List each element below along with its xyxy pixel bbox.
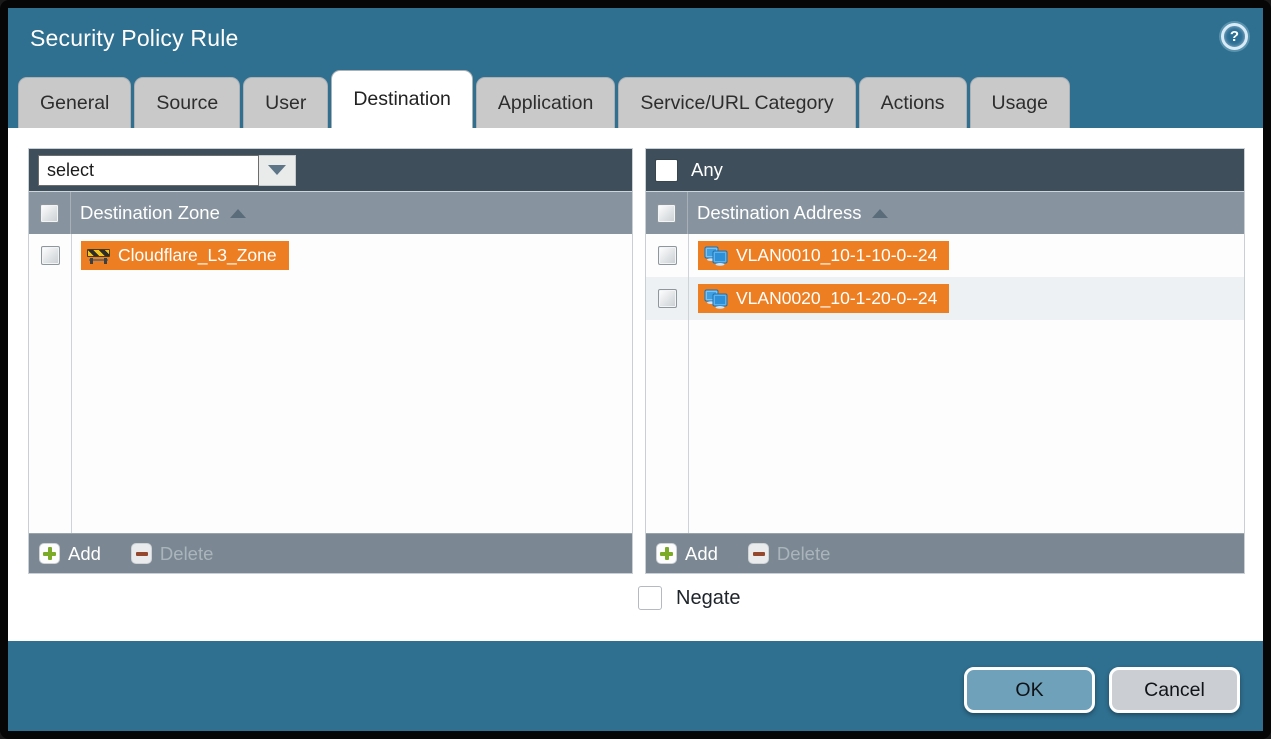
destination-zone-panel: Destination Zone Cloudflare_L3_Zon [28,148,633,574]
zone-delete-button[interactable]: Delete [131,543,213,565]
address-column-label: Destination Address [697,202,862,224]
zone-select-dropdown-button[interactable] [259,155,296,186]
sort-ascending-icon [872,209,888,218]
address-header-checkbox-cell [646,192,688,234]
address-toolbar: Any [646,149,1244,191]
zone-select-all-checkbox[interactable] [40,204,59,223]
column-divider [71,234,72,533]
table-row[interactable]: VLAN0020_10-1-20-0--24 [646,277,1244,320]
tab-application[interactable]: Application [476,77,615,128]
tab-actions[interactable]: Actions [859,77,967,128]
zone-add-button[interactable]: Add [39,543,101,565]
zone-delete-label: Delete [160,543,213,565]
tab-user[interactable]: User [243,77,328,128]
ok-button[interactable]: OK [964,667,1095,713]
address-entry[interactable]: VLAN0020_10-1-20-0--24 [698,284,949,313]
address-panel-footer: Add Delete [646,533,1244,573]
any-wrap: Any [655,159,723,182]
address-add-label: Add [685,543,718,565]
tab-service-url-category[interactable]: Service/URL Category [618,77,855,128]
address-list: VLAN0010_10-1-10-0--24 [646,234,1244,533]
title-bar: Security Policy Rule ? [8,8,1263,68]
help-icon[interactable]: ? [1221,23,1248,50]
zone-column-label: Destination Zone [80,202,220,224]
any-label: Any [691,159,723,181]
zone-icon [87,247,110,264]
address-row-checkbox[interactable] [658,246,677,265]
address-delete-label: Delete [777,543,830,565]
address-row-checkbox[interactable] [658,289,677,308]
zone-toolbar [29,149,632,191]
zone-list: Cloudflare_L3_Zone [29,234,632,533]
zone-column-header[interactable]: Destination Zone [29,191,632,234]
column-divider [688,234,689,533]
dialog-footer: OK Cancel [8,641,1263,731]
sort-ascending-icon [230,209,246,218]
zone-row-checkbox[interactable] [41,246,60,265]
minus-icon [748,543,769,564]
address-entry-label: VLAN0020_10-1-20-0--24 [736,288,937,309]
negate-label: Negate [676,587,741,610]
zone-entry[interactable]: Cloudflare_L3_Zone [81,241,289,270]
minus-icon [131,543,152,564]
destination-tab-content: Destination Zone Cloudflare_L3_Zon [8,128,1263,641]
tab-destination[interactable]: Destination [331,70,473,128]
address-column-header[interactable]: Destination Address [646,191,1244,234]
row-checkbox-cell [29,246,71,265]
tab-source[interactable]: Source [134,77,240,128]
tab-general[interactable]: General [18,77,131,128]
zone-select-input[interactable] [38,155,259,186]
address-select-all-checkbox[interactable] [657,204,676,223]
negate-checkbox[interactable] [638,586,662,610]
row-checkbox-cell [646,246,688,265]
address-add-button[interactable]: Add [656,543,718,565]
address-entry-label: VLAN0010_10-1-10-0--24 [736,245,937,266]
zone-entry-label: Cloudflare_L3_Zone [118,245,277,266]
security-policy-rule-dialog: Security Policy Rule ? General Source Us… [8,8,1263,731]
negate-row: Negate [638,586,741,610]
tab-strip: General Source User Destination Applicat… [18,68,1073,128]
dialog-title: Security Policy Rule [30,25,239,52]
row-checkbox-cell [646,289,688,308]
plus-icon [656,543,677,564]
zone-add-label: Add [68,543,101,565]
screen: Security Policy Rule ? General Source Us… [0,0,1271,739]
table-row[interactable]: Cloudflare_L3_Zone [29,234,632,277]
cancel-button[interactable]: Cancel [1109,667,1240,713]
destination-address-panel: Any Destination Address [645,148,1245,574]
address-delete-button[interactable]: Delete [748,543,830,565]
address-entry[interactable]: VLAN0010_10-1-10-0--24 [698,241,949,270]
zone-panel-footer: Add Delete [29,533,632,573]
address-icon [704,289,728,309]
table-row[interactable]: VLAN0010_10-1-10-0--24 [646,234,1244,277]
any-checkbox[interactable] [655,159,678,182]
plus-icon [39,543,60,564]
zone-select-combo [38,155,296,186]
chevron-down-icon [268,165,286,175]
tab-usage[interactable]: Usage [970,77,1070,128]
address-icon [704,246,728,266]
zone-header-checkbox-cell [29,192,71,234]
